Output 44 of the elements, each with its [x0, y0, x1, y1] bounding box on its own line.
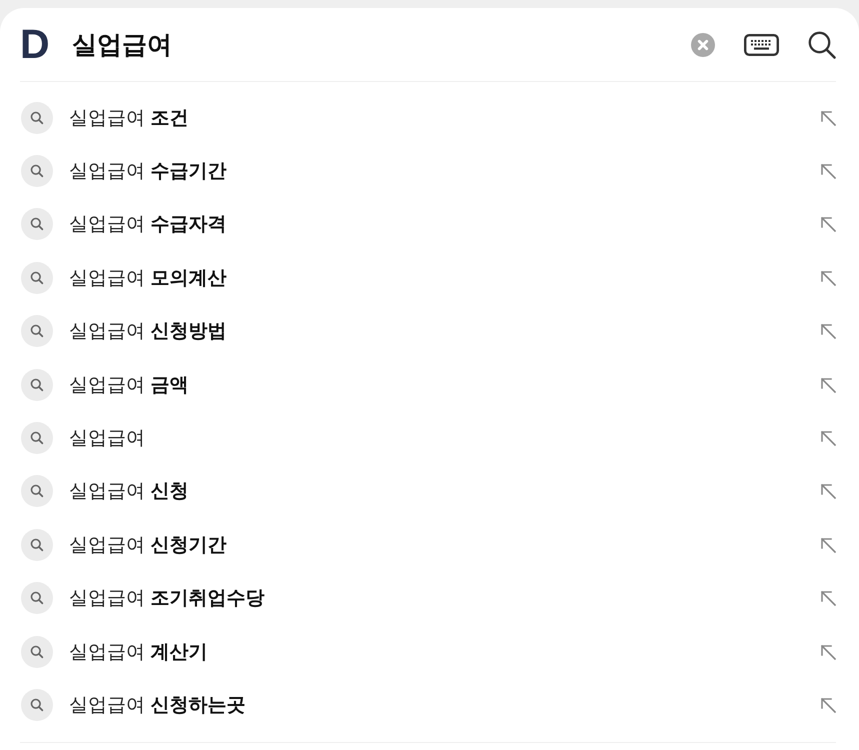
search-icon — [21, 208, 53, 240]
search-icon — [21, 528, 53, 561]
up-left-arrow-icon[interactable] — [820, 376, 836, 393]
suggestion-link[interactable]: 실업급여 신청하는곳 — [69, 692, 820, 718]
keyboard-button[interactable] — [744, 34, 779, 56]
up-left-arrow-icon[interactable] — [820, 323, 836, 340]
search-icon — [21, 688, 53, 721]
suggestion-link[interactable]: 실업급여 수급자격 — [69, 211, 820, 238]
suggestion-link[interactable]: 실업급여 신청 — [69, 478, 820, 504]
up-left-arrow-icon[interactable] — [820, 483, 836, 500]
clear-button[interactable] — [691, 32, 715, 56]
up-left-arrow-icon[interactable] — [820, 163, 836, 180]
clear-icon — [691, 32, 715, 56]
search-icon — [21, 315, 53, 348]
up-left-arrow-icon[interactable] — [820, 430, 836, 446]
search-icon — [21, 475, 53, 508]
suggestion-link[interactable]: 실업급여 — [69, 425, 820, 452]
suggestion-link[interactable]: 실업급여 모의계산 — [69, 264, 820, 291]
search-icon — [21, 422, 53, 454]
search-icon — [808, 30, 836, 58]
search-icon — [21, 368, 53, 401]
up-left-arrow-icon[interactable] — [820, 110, 836, 126]
up-left-arrow-icon[interactable] — [820, 644, 836, 660]
suggestion-link[interactable]: 실업급여 신청기간 — [69, 532, 820, 558]
logo[interactable]: D — [20, 24, 54, 65]
search-button[interactable] — [808, 30, 836, 58]
up-left-arrow-icon[interactable] — [820, 696, 836, 713]
search-icon — [21, 155, 53, 188]
search-field[interactable]: 실업급여 — [72, 28, 691, 60]
search-icon — [21, 582, 53, 614]
up-left-arrow-icon[interactable] — [820, 536, 836, 553]
up-left-arrow-icon[interactable] — [820, 216, 836, 232]
search-icon — [21, 102, 53, 134]
search-icon — [21, 636, 53, 668]
suggestion-link[interactable]: 실업급여 조기취업수당 — [69, 585, 820, 612]
suggestion-link[interactable]: 실업급여 수급기간 — [69, 158, 820, 184]
up-left-arrow-icon[interactable] — [820, 590, 836, 606]
suggestion-link[interactable]: 실업급여 신청방법 — [69, 318, 820, 344]
suggestion-link[interactable]: 실업급여 계산기 — [69, 638, 820, 665]
suggestion-link[interactable]: 실업급여 조건 — [69, 104, 820, 131]
search-icon — [21, 262, 53, 294]
suggestion-link[interactable]: 실업급여 금액 — [69, 372, 820, 398]
keyboard-icon — [744, 34, 779, 56]
up-left-arrow-icon[interactable] — [820, 270, 836, 286]
